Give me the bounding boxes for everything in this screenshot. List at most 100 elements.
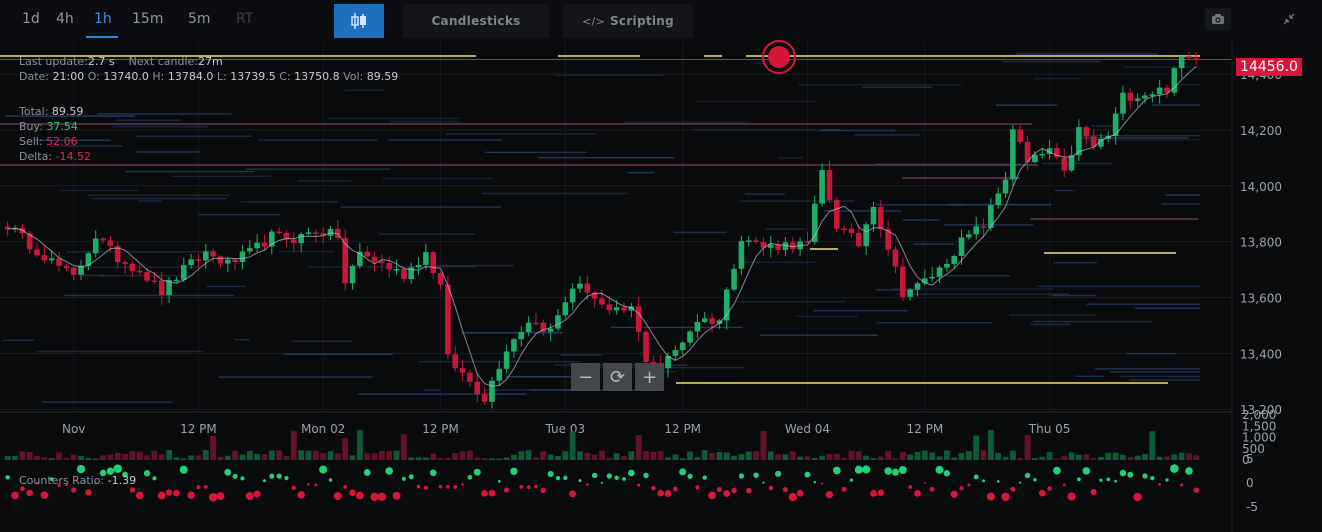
counter-dot xyxy=(996,480,1000,483)
candle-body xyxy=(467,372,473,382)
volume-bar xyxy=(1090,458,1097,460)
x-tick-label: Thu 05 xyxy=(1028,422,1071,436)
volume-bar xyxy=(848,450,855,460)
counter-dot xyxy=(11,491,19,500)
counter-dot xyxy=(547,470,554,478)
counter-dot xyxy=(716,486,722,492)
collapse-icon[interactable] xyxy=(1274,8,1304,30)
x-tick-label: 12 PM xyxy=(422,422,459,436)
counter-dot xyxy=(614,475,619,481)
timeframe-4h[interactable]: 4h xyxy=(56,11,74,27)
counter-dot xyxy=(135,491,144,500)
candle-body xyxy=(753,240,759,243)
y-tick-label: 14,000 xyxy=(1240,180,1282,194)
candle-body xyxy=(393,269,400,271)
counter-dot xyxy=(628,469,635,477)
counter-dot xyxy=(1024,472,1031,479)
candle-body xyxy=(129,263,136,271)
counter-dot xyxy=(967,483,971,487)
volume-bar xyxy=(914,451,921,460)
counter-dot xyxy=(503,487,510,493)
timeframe-15m[interactable]: 15m xyxy=(132,11,163,27)
counter-dot xyxy=(481,490,488,497)
candle-body xyxy=(569,288,576,303)
current-price-tag: 14456.0 xyxy=(1236,58,1302,76)
volume-bar xyxy=(767,451,774,460)
volume-bar xyxy=(268,450,275,460)
scripting-tab[interactable]: </> Scripting xyxy=(563,4,693,38)
volume-bar xyxy=(12,455,18,460)
open-label: O: xyxy=(87,70,100,83)
counter-dot xyxy=(423,485,428,490)
volume-bar xyxy=(327,451,334,460)
counter-tick-label: 0 xyxy=(1246,476,1254,490)
volume-bar xyxy=(819,455,826,460)
volume-bar xyxy=(863,455,870,460)
counter-dot xyxy=(401,476,406,481)
candle-body xyxy=(364,251,370,257)
camera-icon[interactable] xyxy=(1205,8,1231,30)
counter-dot xyxy=(203,484,208,489)
date-label: Date: xyxy=(19,70,49,83)
zoom-controls: − ⟳ + xyxy=(571,363,664,391)
zoom-out-button[interactable]: − xyxy=(571,363,600,391)
volume-bar xyxy=(276,450,283,460)
candle-body xyxy=(195,259,202,261)
timeframe-1d[interactable]: 1d xyxy=(22,11,40,27)
volume-bar xyxy=(1112,452,1119,460)
candle-body xyxy=(848,228,855,233)
volume-bar xyxy=(56,452,62,460)
counter-tick-label: 5 xyxy=(1246,452,1254,466)
candle-body xyxy=(635,306,642,332)
volume-bar xyxy=(745,451,752,460)
zoom-in-button[interactable]: + xyxy=(635,363,664,391)
counter-dot xyxy=(253,490,261,498)
counter-dot xyxy=(76,464,86,474)
counter-dot xyxy=(898,466,907,474)
counter-dot xyxy=(297,491,305,499)
candle-body xyxy=(254,242,260,249)
candle-body xyxy=(291,239,297,244)
volume-bar xyxy=(1171,454,1178,460)
volume-bar xyxy=(129,451,136,460)
timeframe-1h[interactable]: 1h xyxy=(94,11,112,27)
candlesticks-tab[interactable]: Candlesticks xyxy=(403,4,549,38)
x-tick-label: 12 PM xyxy=(664,422,701,436)
x-tick-label: Mon 02 xyxy=(301,422,345,436)
candle-body xyxy=(481,393,488,402)
volume-bar xyxy=(78,456,84,460)
counter-dot xyxy=(1038,489,1046,497)
volume-bar xyxy=(320,453,327,460)
buy-readout: Buy: 37.54 xyxy=(19,120,78,133)
counter-dot xyxy=(473,468,481,476)
x-tick-label: 12 PM xyxy=(180,422,217,436)
y-tick-label: 13,800 xyxy=(1240,236,1282,250)
counter-dot xyxy=(349,489,356,496)
counter-dot xyxy=(606,473,612,479)
candle-body xyxy=(533,322,539,325)
volume-bar xyxy=(621,455,627,460)
counter-dot xyxy=(973,474,979,480)
candle-body xyxy=(606,304,613,311)
timeframe-5m[interactable]: 5m xyxy=(188,11,211,27)
volume-bar xyxy=(936,456,943,460)
volume-bar xyxy=(533,457,539,460)
volume-bar xyxy=(173,457,180,460)
counter-dot xyxy=(687,473,693,479)
candle-body xyxy=(78,265,84,275)
timeframe-rt[interactable]: RT xyxy=(236,11,253,27)
counter-dot xyxy=(578,479,582,483)
counter-dot xyxy=(510,467,518,475)
counter-dot xyxy=(849,478,854,482)
volume-bar xyxy=(298,450,305,460)
volume-bar xyxy=(899,451,906,460)
candle-body xyxy=(151,280,158,283)
volume-bar xyxy=(342,438,349,460)
reset-zoom-button[interactable]: ⟳ xyxy=(603,363,632,391)
last-update-label: Last update: xyxy=(19,55,88,68)
candle-body xyxy=(878,206,884,229)
counter-dot xyxy=(982,479,986,483)
counter-dot xyxy=(232,473,238,479)
chart-type-button[interactable] xyxy=(334,4,384,38)
volume-bar xyxy=(1053,458,1060,460)
